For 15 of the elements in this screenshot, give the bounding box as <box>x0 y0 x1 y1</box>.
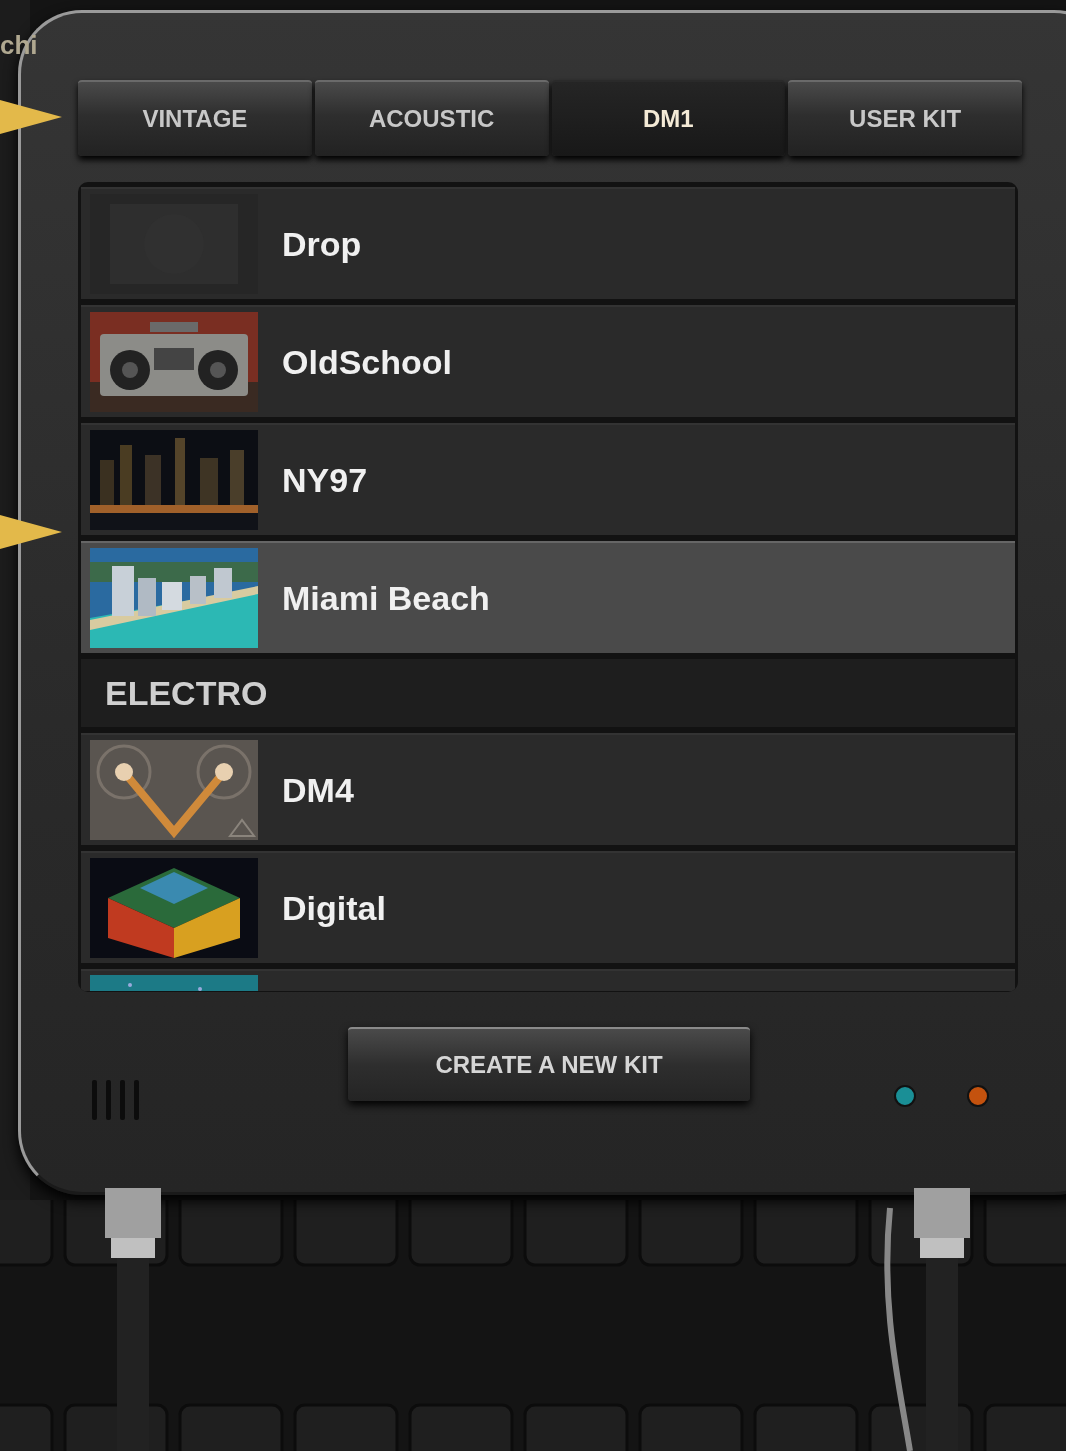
kit-row[interactable]: NY97 <box>81 423 1015 535</box>
kit-row[interactable]: Drop <box>81 187 1015 299</box>
kit-row[interactable]: Miami Beach <box>81 541 1015 653</box>
tab[interactable]: USER KIT <box>788 80 1022 156</box>
tab[interactable]: DM1 <box>551 80 786 156</box>
kit-row[interactable] <box>81 969 1015 991</box>
create-kit-button[interactable]: CREATE A NEW KIT <box>348 1027 750 1101</box>
kit-row[interactable]: OldSchool <box>81 305 1015 417</box>
pointer-icon <box>0 515 62 549</box>
tab[interactable]: ACOUSTIC <box>314 80 549 156</box>
kit-row[interactable]: DM4 <box>81 733 1015 845</box>
tab[interactable]: VINTAGE <box>78 80 312 156</box>
pointer-icon <box>0 100 62 134</box>
section-header: ELECTRO <box>81 659 1015 727</box>
kit-row[interactable]: Digital <box>81 851 1015 963</box>
